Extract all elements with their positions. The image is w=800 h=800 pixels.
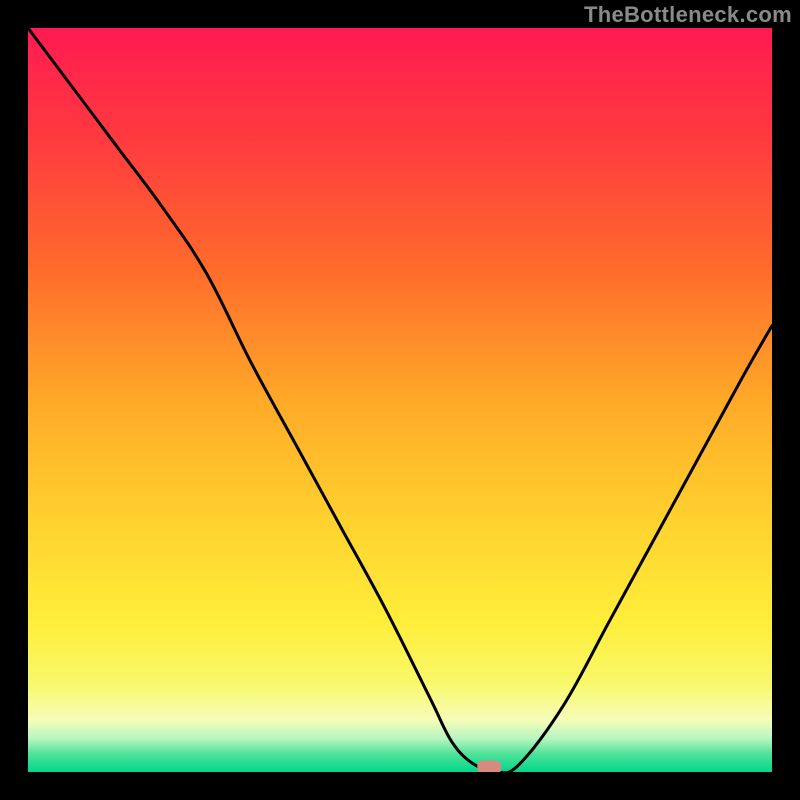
optimal-marker [477,761,501,772]
watermark-text: TheBottleneck.com [584,2,792,28]
chart-frame: TheBottleneck.com [0,0,800,800]
plot-area [28,28,772,772]
chart-svg [28,28,772,772]
gradient-rect [28,28,772,772]
